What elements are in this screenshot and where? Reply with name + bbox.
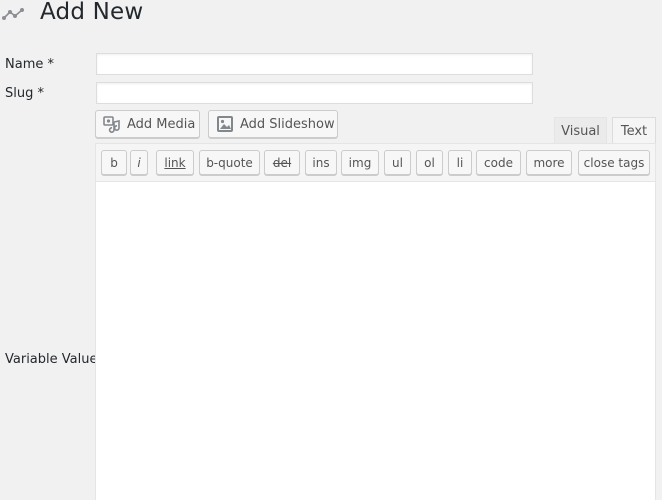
text-editor: b i link b-quote del ins img ul ol li co…	[95, 143, 656, 500]
quicktag-ins-button[interactable]: ins	[305, 150, 337, 175]
slug-label: Slug *	[5, 86, 44, 101]
variable-value-textarea[interactable]	[96, 182, 655, 500]
page-header: Add New	[0, 0, 662, 30]
add-slideshow-label: Add Slideshow	[240, 116, 335, 132]
tab-visual[interactable]: Visual	[554, 117, 607, 144]
name-input[interactable]	[96, 53, 533, 75]
quicktags-toolbar: b i link b-quote del ins img ul ol li co…	[96, 144, 655, 182]
quicktag-ul-button[interactable]: ul	[384, 150, 411, 175]
quicktag-code-button[interactable]: code	[476, 150, 521, 175]
add-slideshow-button[interactable]: Add Slideshow	[208, 110, 338, 138]
quicktag-ol-button[interactable]: ol	[416, 150, 443, 175]
slug-input[interactable]	[96, 82, 533, 104]
add-media-icon	[103, 115, 121, 133]
add-media-button[interactable]: Add Media	[95, 110, 200, 138]
quicktag-blockquote-button[interactable]: b-quote	[199, 150, 260, 175]
name-label: Name *	[5, 57, 54, 72]
quicktag-img-button[interactable]: img	[341, 150, 379, 175]
slideshow-icon	[216, 115, 234, 133]
page-title: Add New	[40, 0, 144, 25]
quicktag-bold-button[interactable]: b	[101, 150, 127, 175]
quicktag-close-tags-button[interactable]: close tags	[578, 150, 650, 175]
add-new-page: Add New Name * Slug * Variable Value Add…	[0, 0, 662, 500]
add-media-label: Add Media	[127, 116, 196, 132]
analytics-icon	[2, 6, 24, 20]
quicktag-italic-button[interactable]: i	[130, 150, 148, 175]
quicktag-link-button[interactable]: link	[156, 150, 194, 175]
quicktag-del-button[interactable]: del	[264, 150, 300, 175]
quicktag-li-button[interactable]: li	[448, 150, 472, 175]
tab-text[interactable]: Text	[612, 117, 656, 144]
quicktag-more-button[interactable]: more	[526, 150, 572, 175]
variable-value-label: Variable Value	[5, 352, 98, 367]
